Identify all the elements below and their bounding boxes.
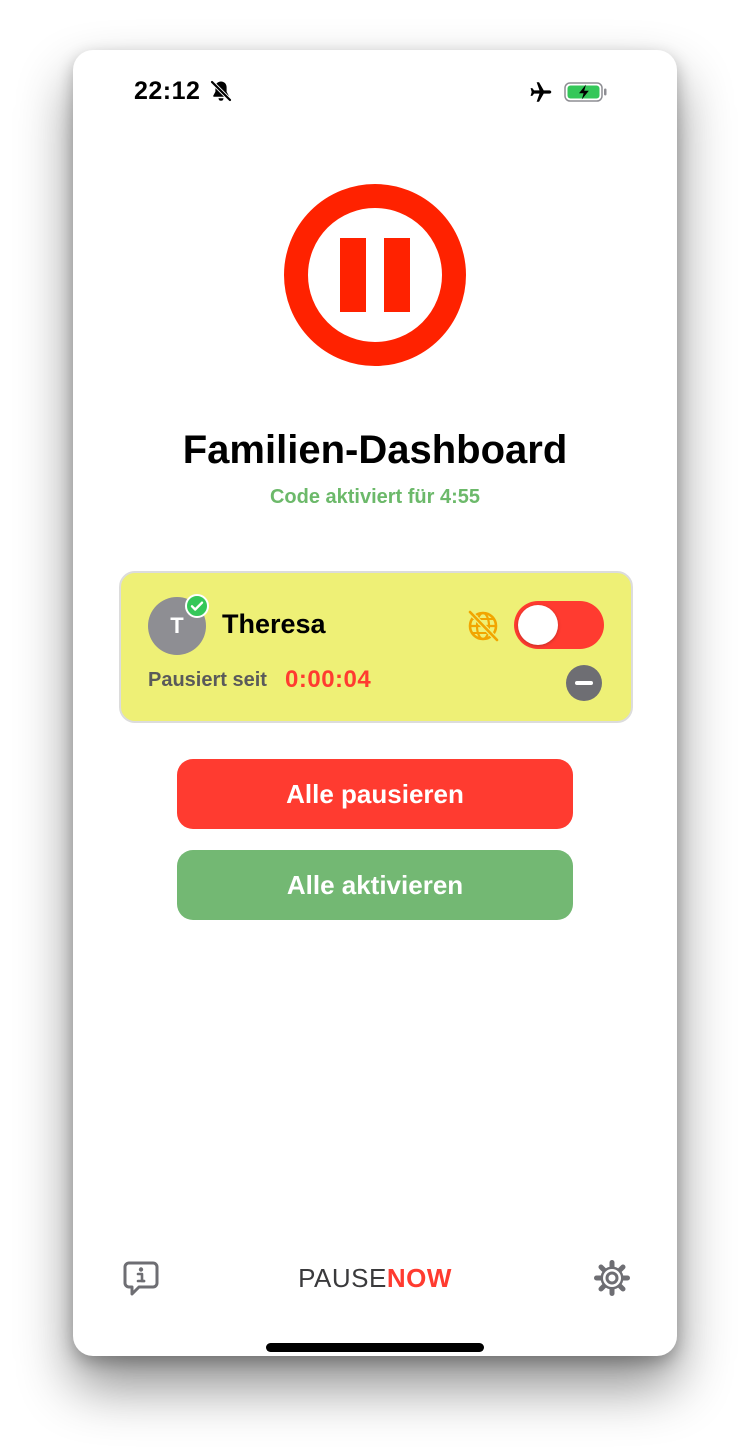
pause-toggle[interactable]: [514, 601, 604, 649]
brand-text-pause: PAUSE: [298, 1263, 387, 1293]
phone-screen: 22:12 Familien-Dashboard Code aktiviert …: [73, 50, 677, 1356]
brand-text-now: NOW: [386, 1263, 452, 1293]
paused-label: Pausiert seit: [148, 669, 267, 691]
member-name: Theresa: [222, 609, 326, 639]
paused-timer: 0:00:04: [285, 666, 372, 693]
battery-charging-icon: [564, 82, 607, 102]
globe-slash-icon[interactable]: [465, 608, 501, 644]
airplane-icon: [530, 82, 552, 102]
minus-circle-icon[interactable]: [565, 664, 603, 702]
pause-circle-icon: [284, 184, 466, 366]
member-card[interactable]: T Theresa Pausiert seit 0:00:04: [119, 571, 633, 723]
pause-all-button[interactable]: Alle pausieren: [177, 759, 573, 829]
gear-icon[interactable]: [593, 1259, 631, 1297]
bell-slash-icon: [210, 80, 232, 102]
brand-logo: PAUSENOW: [73, 1263, 677, 1294]
status-time: 22:12: [134, 77, 201, 105]
check-badge-icon: [185, 594, 209, 618]
code-status: Code aktiviert für 4:55: [269, 486, 481, 508]
home-indicator[interactable]: [266, 1343, 484, 1352]
toggle-knob: [518, 605, 558, 645]
page-title: Familien-Dashboard: [182, 428, 568, 472]
activate-all-button[interactable]: Alle aktivieren: [177, 850, 573, 920]
